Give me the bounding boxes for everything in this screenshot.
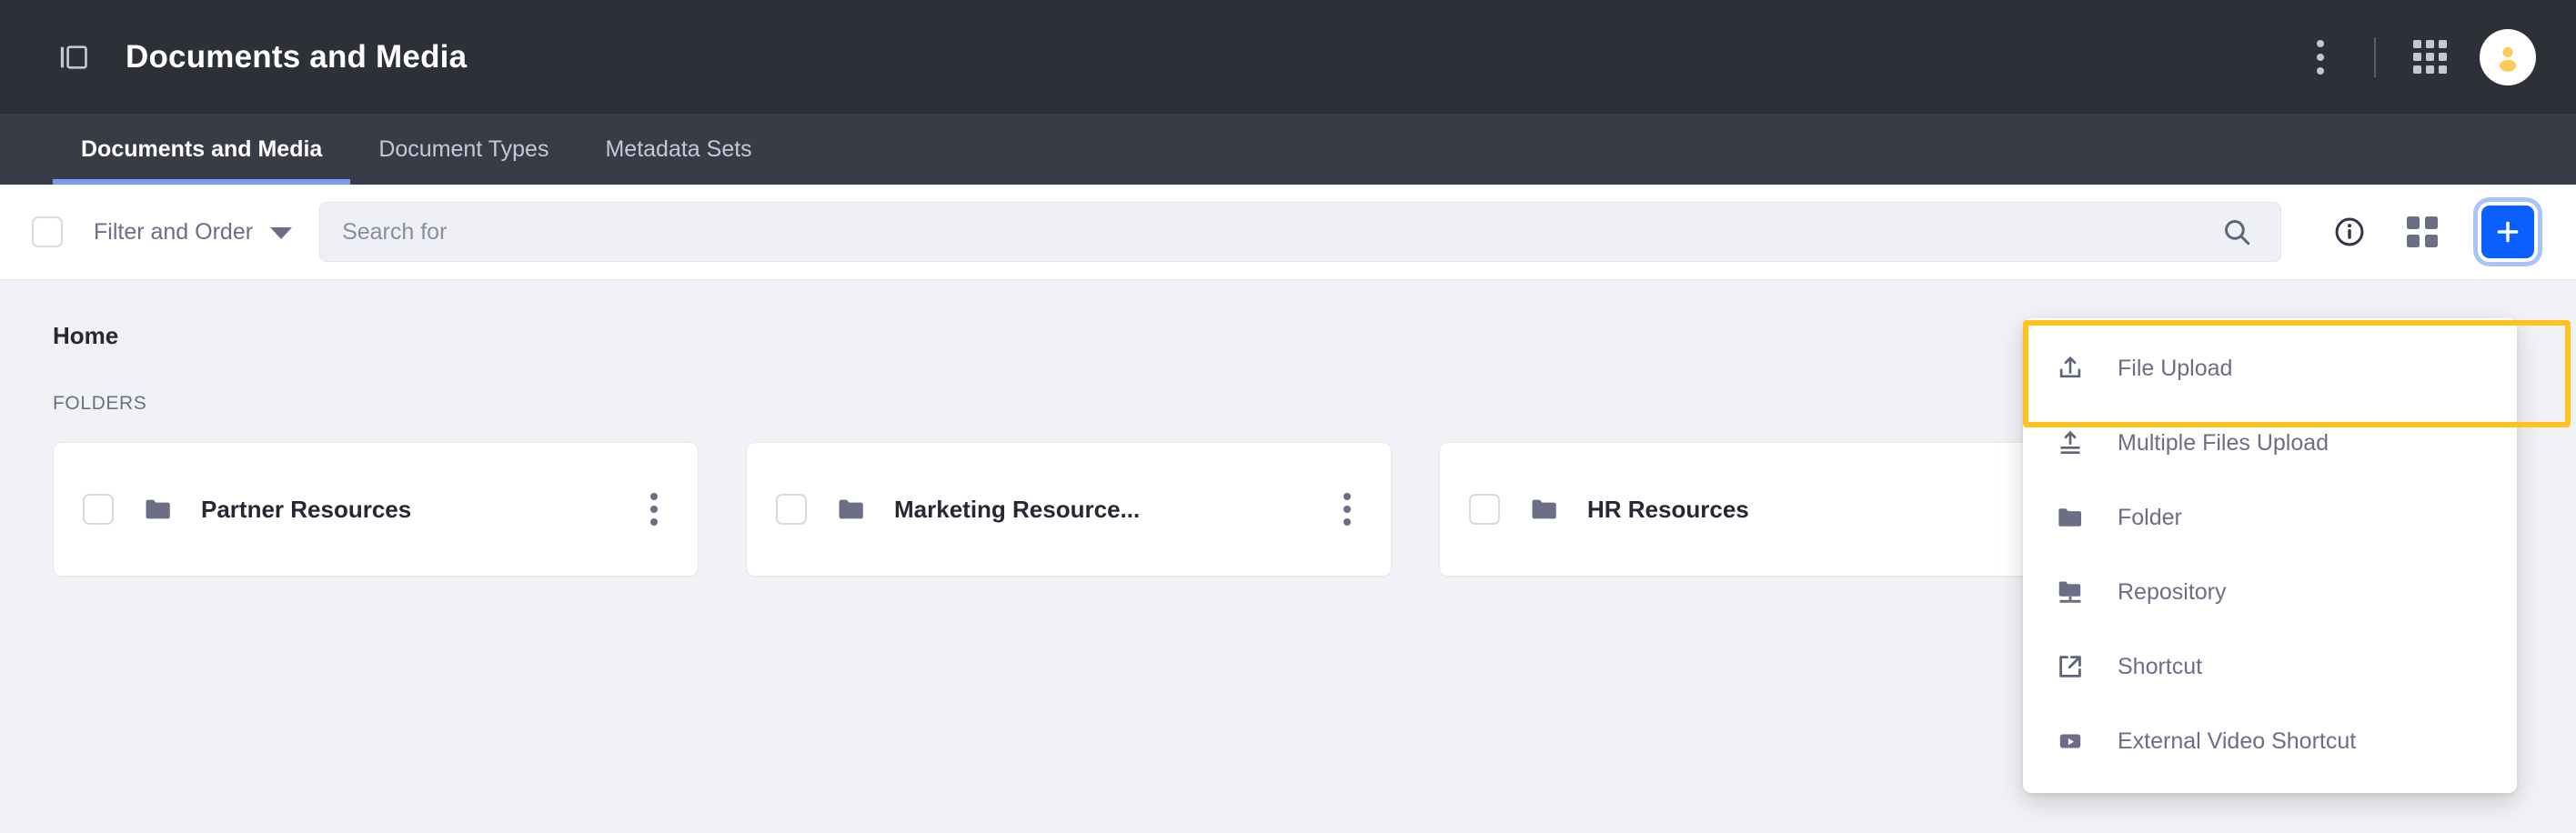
menu-item-label: File Upload (2118, 355, 2233, 381)
tab-document-types[interactable]: Document Types (350, 114, 577, 185)
grid-view-glyph (2407, 216, 2438, 247)
folder-card-actions-icon[interactable] (641, 486, 667, 533)
tab-metadata-sets[interactable]: Metadata Sets (577, 114, 780, 185)
folder-icon (1529, 494, 1560, 525)
header-right-group (2290, 27, 2536, 87)
search-input[interactable] (342, 218, 2217, 246)
folder-icon (143, 494, 174, 525)
menu-item-label: Multiple Files Upload (2118, 429, 2329, 456)
folder-card-actions-icon[interactable] (1334, 486, 1360, 533)
select-all-wrapper (0, 216, 94, 247)
tab-label: Metadata Sets (605, 135, 752, 162)
search-field-wrapper[interactable] (319, 202, 2281, 262)
menu-item-label: Shortcut (2118, 653, 2203, 679)
file-upload-icon (2056, 354, 2092, 383)
menu-item-label: Folder (2118, 504, 2182, 530)
repository-icon (2056, 577, 2092, 607)
folder-card-checkbox[interactable] (83, 494, 114, 525)
filter-and-order-label: Filter and Order (94, 218, 254, 245)
add-button[interactable] (2481, 206, 2534, 258)
breadcrumb[interactable]: Home (53, 322, 118, 350)
folder-icon (2056, 503, 2092, 532)
header-left-group: Documents and Media (56, 39, 467, 75)
select-all-checkbox[interactable] (31, 216, 63, 247)
folder-card-checkbox[interactable] (1469, 494, 1500, 525)
menu-item-repository[interactable]: Repository (2023, 555, 2517, 629)
page-title: Documents and Media (126, 38, 468, 75)
more-options-icon[interactable] (2290, 27, 2350, 87)
multiple-files-upload-icon (2056, 428, 2092, 457)
avatar[interactable] (2480, 28, 2536, 85)
folder-card[interactable]: Marketing Resource... (746, 442, 1392, 577)
menu-item-file-upload[interactable]: File Upload (2023, 331, 2517, 406)
folder-card[interactable]: Partner Resources (53, 442, 699, 577)
menu-item-label: External Video Shortcut (2118, 728, 2357, 754)
chevron-down-icon (270, 227, 293, 239)
filter-and-order-dropdown[interactable]: Filter and Order (94, 218, 293, 246)
kebab-dots (2317, 39, 2324, 75)
tab-bar: Documents and Media Document Types Metad… (0, 114, 2576, 185)
folder-card-checkbox[interactable] (776, 494, 807, 525)
app-root: Documents and Media Documents and Media (0, 0, 2576, 833)
folder-card-title: Marketing Resource... (894, 495, 1141, 523)
panel-toggle-icon[interactable] (56, 40, 91, 75)
folder-icon (836, 494, 867, 525)
add-dropdown-menu: File Upload Multiple Files Upload Folder (2023, 318, 2517, 793)
management-toolbar: Filter and Order (0, 185, 2576, 280)
menu-item-multiple-files-upload[interactable]: Multiple Files Upload (2023, 406, 2517, 480)
grid-glyph (2412, 40, 2447, 74)
menu-item-external-video-shortcut[interactable]: External Video Shortcut (2023, 704, 2517, 778)
folder-card-title: Partner Resources (201, 495, 412, 523)
external-video-icon (2056, 727, 2092, 756)
plus-icon (2497, 221, 2519, 243)
info-circle-icon[interactable] (2319, 202, 2380, 262)
tab-label: Document Types (378, 135, 549, 162)
menu-item-folder[interactable]: Folder (2023, 480, 2517, 555)
grid-view-icon[interactable] (2392, 202, 2452, 262)
folder-card[interactable]: HR Resources (1439, 442, 2085, 577)
header-divider (2374, 36, 2376, 77)
applications-grid-icon[interactable] (2400, 27, 2460, 87)
menu-item-shortcut[interactable]: Shortcut (2023, 629, 2517, 704)
menu-item-label: Repository (2118, 578, 2227, 605)
user-avatar-icon (2499, 46, 2517, 72)
folder-card-title: HR Resources (1587, 495, 1749, 523)
tab-documents-and-media[interactable]: Documents and Media (53, 114, 351, 185)
shortcut-icon (2056, 652, 2092, 681)
tab-label: Documents and Media (81, 135, 323, 162)
search-icon[interactable] (2217, 212, 2257, 252)
app-header: Documents and Media (0, 0, 2576, 114)
